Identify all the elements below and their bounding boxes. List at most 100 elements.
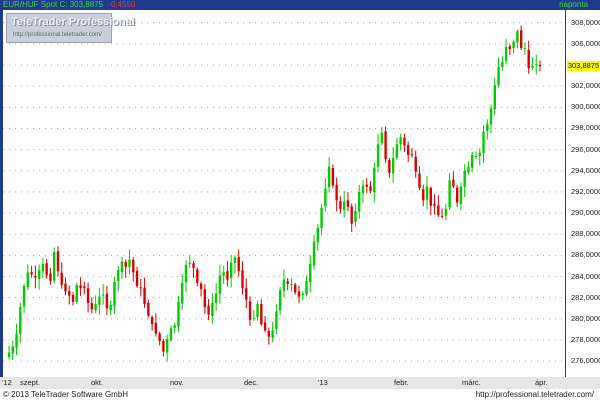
candle <box>214 283 218 312</box>
y-tick-label: 288,0000 <box>571 229 600 239</box>
candle <box>535 54 538 75</box>
candle-body <box>196 269 199 283</box>
candle <box>22 283 26 313</box>
chart-header: EUR/HUF Spot C: 303,8875 -0,4550 naponta <box>0 0 600 10</box>
candle-body <box>463 170 466 187</box>
candle <box>320 204 323 236</box>
candle-body <box>128 259 131 268</box>
candle-body <box>256 304 259 318</box>
candle-body <box>516 31 519 43</box>
candle-body <box>117 270 120 281</box>
candle <box>493 77 497 115</box>
candle <box>395 137 399 160</box>
candle <box>113 276 116 315</box>
candle <box>391 147 395 183</box>
candle-body <box>286 281 289 284</box>
candle <box>245 278 248 309</box>
candle <box>388 158 391 178</box>
candle-body <box>64 283 67 292</box>
candle <box>229 255 233 288</box>
candle-body <box>229 262 233 278</box>
candle-body <box>75 284 78 303</box>
candle <box>181 274 184 310</box>
candle-body <box>369 186 372 191</box>
candle <box>34 265 37 289</box>
candle-body <box>425 186 429 200</box>
candle-body <box>101 294 105 296</box>
last-price-label: 303,8875 <box>567 61 600 72</box>
candle <box>305 275 308 297</box>
y-tick-label: 286,0000 <box>571 250 600 260</box>
y-tick-label: 302,0000 <box>571 81 600 91</box>
candle-body <box>504 47 508 61</box>
candlestick-chart[interactable] <box>3 10 565 377</box>
candle <box>98 287 101 315</box>
candle <box>199 281 203 297</box>
y-tick-label: 294,0000 <box>571 165 600 175</box>
candle <box>538 60 542 72</box>
footer: © 2013 TeleTrader Software GmbH http://p… <box>0 389 600 400</box>
candle <box>83 281 86 294</box>
candle <box>437 195 440 217</box>
candle <box>301 290 304 301</box>
candle-body <box>290 283 293 285</box>
candle <box>75 282 78 305</box>
candle <box>376 133 380 173</box>
candle <box>124 259 127 279</box>
candle-body <box>56 251 60 272</box>
candle <box>278 286 282 316</box>
candle-body <box>482 131 485 153</box>
candle-body <box>233 257 237 263</box>
candle <box>120 256 124 280</box>
candle-body <box>260 303 263 325</box>
candle-body <box>271 330 274 338</box>
candle <box>455 184 459 208</box>
candle-body <box>467 166 470 173</box>
candle-body <box>252 317 255 319</box>
chart-title: EUR/HUF Spot C: 303,8875 -0,4550 <box>3 0 135 10</box>
candle <box>30 265 33 278</box>
candle-body <box>388 160 391 173</box>
candle <box>335 177 338 212</box>
candle-body <box>98 296 101 305</box>
candle-body <box>181 282 184 304</box>
candle-body <box>263 322 267 331</box>
candle <box>486 119 489 140</box>
candle-body <box>177 301 180 327</box>
candle-body <box>478 152 481 157</box>
candle <box>467 161 470 175</box>
candle-body <box>474 155 478 157</box>
candle <box>196 267 199 287</box>
candle-body <box>320 207 323 228</box>
candle-body <box>41 263 45 272</box>
candle-body <box>429 187 432 206</box>
candle <box>312 234 316 270</box>
candle-body <box>358 191 361 212</box>
candle <box>248 296 252 326</box>
candle <box>267 327 271 345</box>
candle <box>41 258 45 279</box>
candle-body <box>68 290 71 296</box>
candle <box>512 39 515 54</box>
candle <box>346 192 350 211</box>
candle-body <box>49 273 52 281</box>
candle-body <box>7 352 11 357</box>
candle-body <box>241 270 244 289</box>
candle-body <box>34 276 37 278</box>
candle <box>203 284 207 314</box>
candle-body <box>45 263 48 276</box>
candle <box>207 299 210 321</box>
footer-url[interactable]: http://professional.teletrader.com/ <box>476 389 594 400</box>
candle <box>324 178 327 212</box>
candle-body <box>365 184 368 187</box>
candle-body <box>373 167 376 193</box>
candle <box>471 151 474 173</box>
candle-body <box>459 186 463 205</box>
candle-body <box>226 271 229 280</box>
period-label[interactable]: naponta <box>559 0 588 10</box>
candle <box>169 325 173 342</box>
candle <box>11 340 14 361</box>
change-label: -0,4550 <box>108 0 136 9</box>
candle-body <box>422 189 425 201</box>
y-tick-label: 308,0000 <box>571 17 600 27</box>
